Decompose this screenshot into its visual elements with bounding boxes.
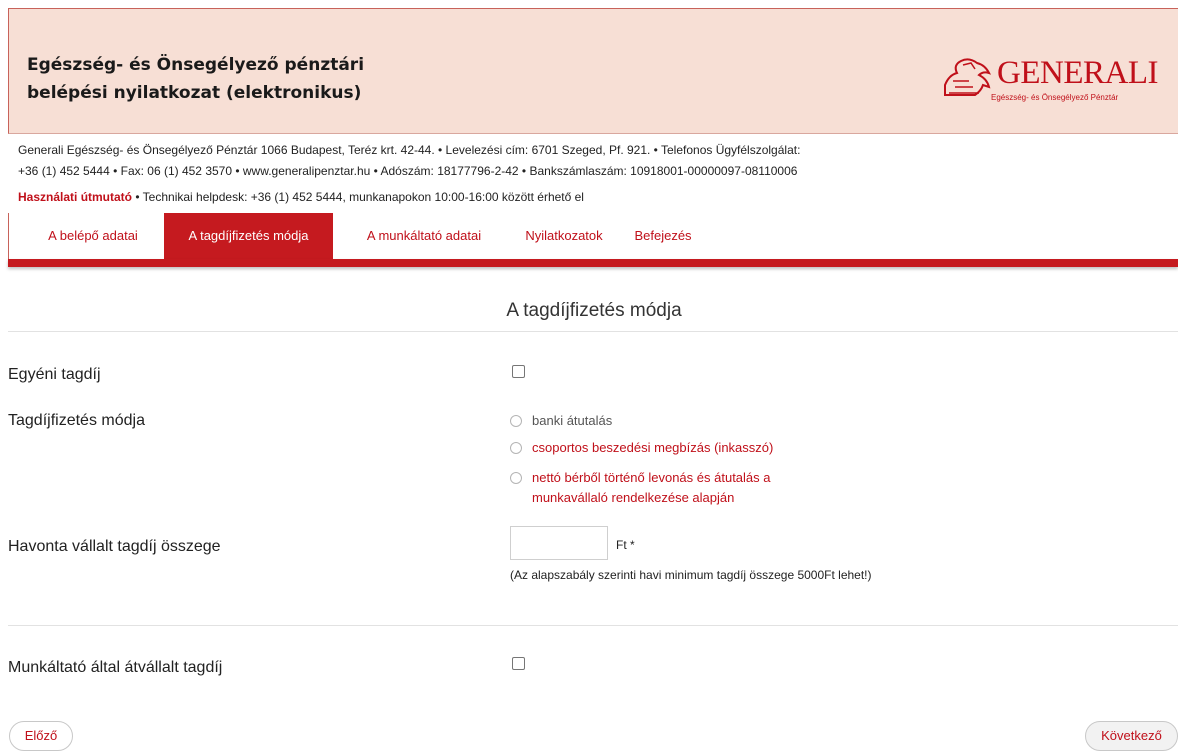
- contact-info: Generali Egészség- és Önsegélyező Pénztá…: [18, 140, 1168, 182]
- contact-line-2: +36 (1) 452 5444 • Fax: 06 (1) 452 3570 …: [18, 164, 798, 178]
- generali-logo: GENERALI Egészség- és Önsegélyező Pénztá…: [939, 55, 1178, 105]
- tab-bar-underline: [8, 259, 1178, 267]
- page-title: Egészség- és Önsegélyező pénztári belépé…: [27, 55, 365, 103]
- section-title: A tagdíjfizetés módja: [506, 300, 682, 321]
- logo-subtitle: Egészség- és Önsegélyező Pénztár: [991, 93, 1119, 102]
- payment-option-label-continued: munkavállaló rendelkezése alapján: [532, 490, 735, 505]
- previous-button[interactable]: Előző: [9, 721, 73, 751]
- tab-applicant-data[interactable]: A belépő adatai: [27, 213, 159, 259]
- lion-icon: [944, 58, 991, 96]
- payment-option-label: nettó bérből történő levonás és átutalás…: [532, 470, 771, 485]
- header-banner: Egészség- és Önsegélyező pénztári belépé…: [8, 8, 1178, 134]
- payment-method-label: Tagdíjfizetés módja: [8, 412, 145, 429]
- logo-wordmark: GENERALI: [997, 55, 1158, 91]
- next-button[interactable]: Következő: [1085, 721, 1178, 751]
- tab-finish[interactable]: Befejezés: [621, 213, 705, 259]
- tab-bar: A belépő adatai A tagdíjfizetés módja A …: [8, 213, 1178, 259]
- user-guide-link[interactable]: Használati útmutató: [18, 190, 132, 204]
- tab-employer-data[interactable]: A munkáltató adatai: [344, 213, 504, 259]
- monthly-amount-input[interactable]: [510, 526, 608, 560]
- radio-button[interactable]: [510, 442, 522, 454]
- minimum-fee-note: (Az alapszabály szerinti havi minimum ta…: [510, 568, 872, 582]
- divider: [8, 331, 1178, 332]
- divider: [8, 625, 1178, 626]
- help-line: Használati útmutató • Technikai helpdesk…: [18, 187, 584, 207]
- tab-payment-method[interactable]: A tagdíjfizetés módja: [164, 213, 333, 259]
- individual-fee-checkbox[interactable]: [512, 365, 525, 378]
- currency-unit: Ft *: [616, 538, 635, 552]
- individual-fee-label: Egyéni tagdíj: [8, 366, 101, 383]
- monthly-amount-label: Havonta vállalt tagdíj összege: [8, 538, 221, 555]
- contact-line-1: Generali Egészség- és Önsegélyező Pénztá…: [18, 143, 801, 157]
- radio-button[interactable]: [510, 472, 522, 484]
- tab-declarations[interactable]: Nyilatkozatok: [509, 213, 619, 259]
- employer-fee-checkbox[interactable]: [512, 657, 525, 670]
- employer-fee-label: Munkáltató által átvállalt tagdíj: [8, 659, 223, 676]
- helpdesk-text: • Technikai helpdesk: +36 (1) 452 5444, …: [132, 190, 584, 204]
- payment-option-label: banki átutalás: [532, 413, 613, 428]
- radio-button[interactable]: [510, 415, 522, 427]
- payment-option-label: csoportos beszedési megbízás (inkasszó): [532, 440, 774, 455]
